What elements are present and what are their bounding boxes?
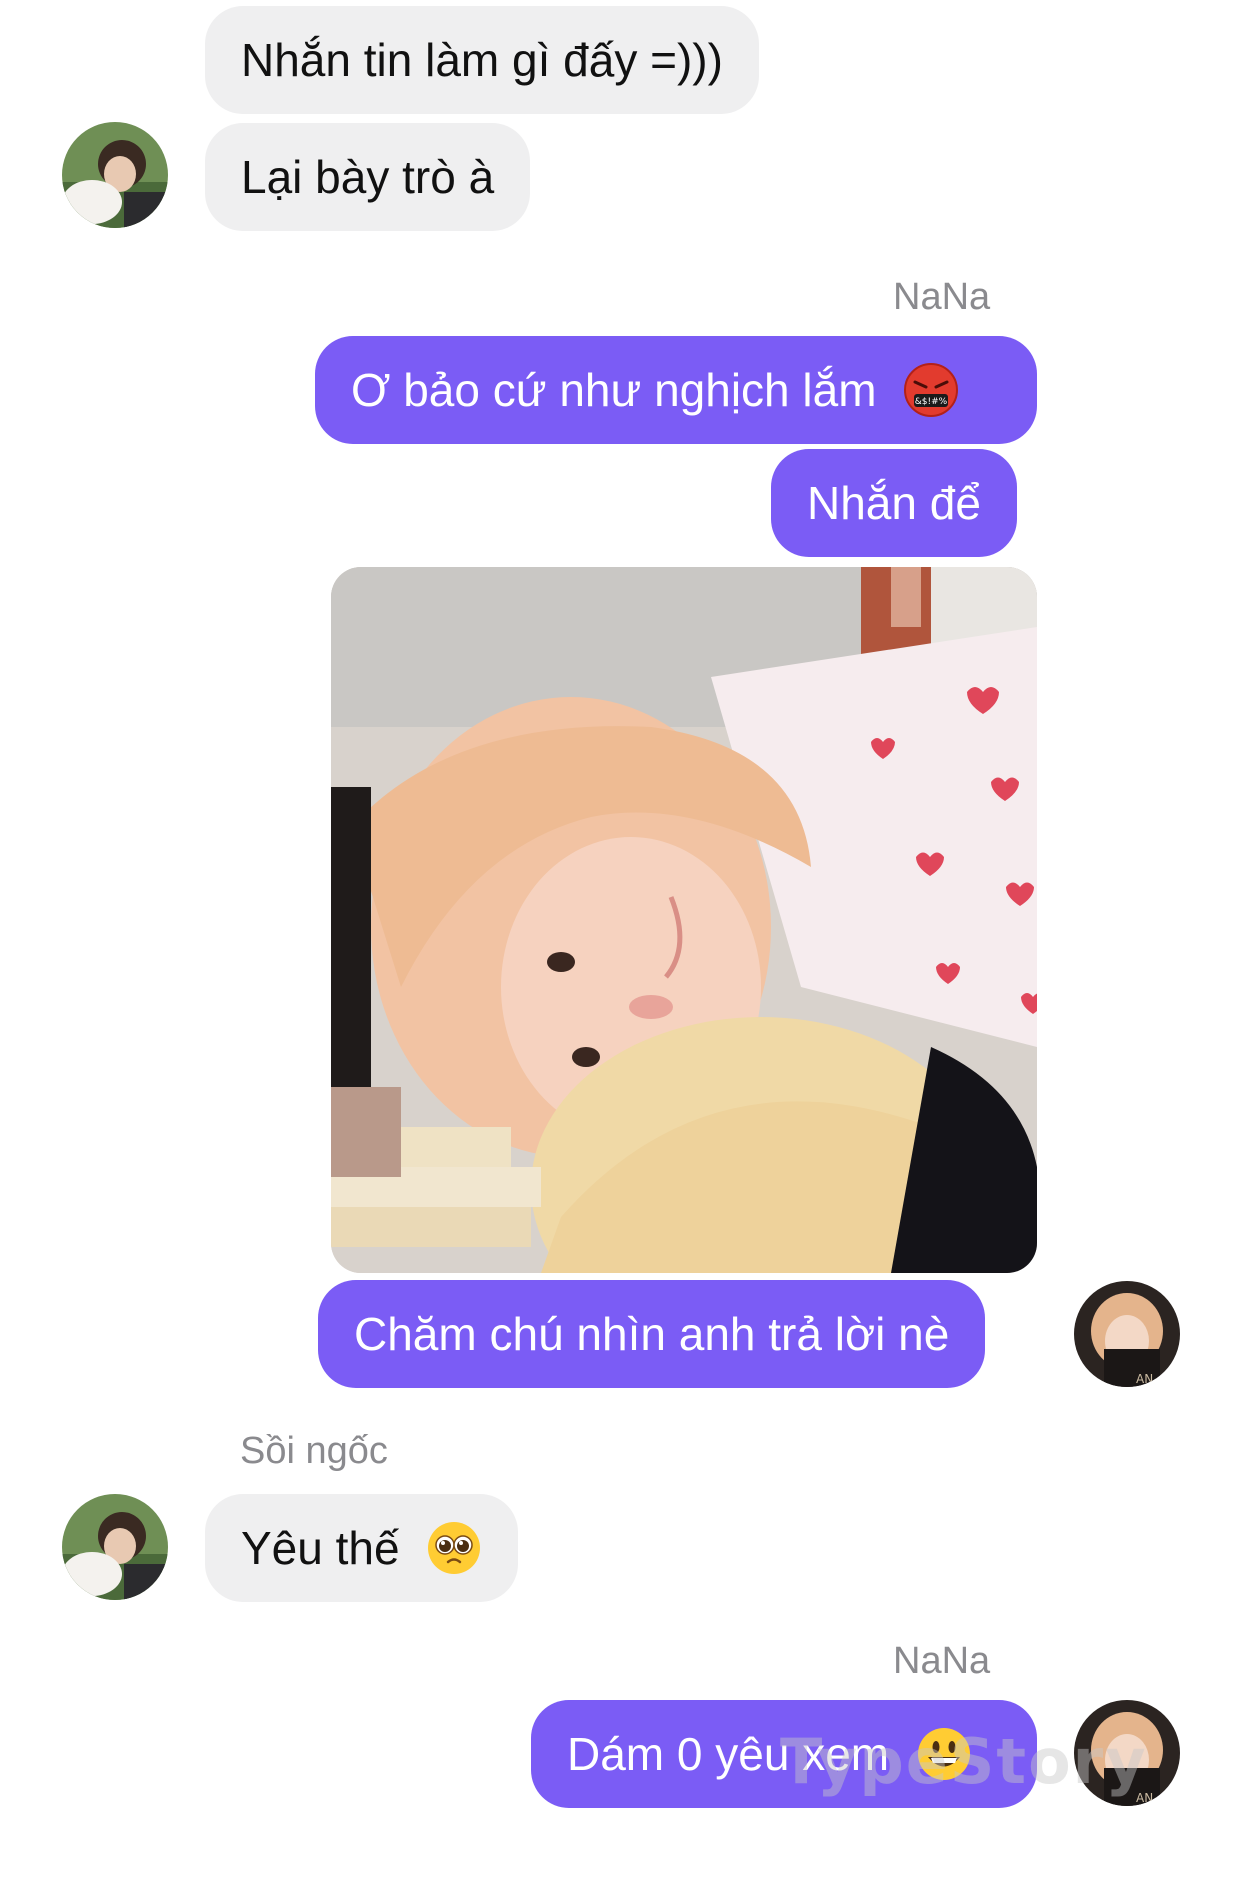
outgoing-message-bubble[interactable]: Ơ bảo cứ như nghịch lắm &$!#%: [315, 336, 1037, 444]
outgoing-message-bubble[interactable]: Chăm chú nhìn anh trả lời nè: [318, 1280, 986, 1388]
message-text: Chăm chú nhìn anh trả lời nè: [354, 1308, 950, 1360]
svg-text:&$!#%: &$!#%: [915, 397, 948, 407]
watermark: TypeStory: [780, 1725, 1148, 1798]
message-text: Lại bày trò à: [241, 151, 495, 203]
sender-name: Sồi ngốc: [240, 1430, 388, 1472]
contact-avatar[interactable]: [62, 122, 168, 228]
message-text: Yêu thế: [241, 1522, 400, 1574]
sender-name: NaNa: [893, 1640, 991, 1682]
incoming-message-bubble[interactable]: Yêu thế: [205, 1494, 519, 1602]
message-text: Nhắn để: [807, 477, 981, 529]
contact-avatar[interactable]: [62, 1494, 168, 1600]
outgoing-message-bubble[interactable]: Nhắn để: [771, 449, 1017, 557]
sender-name: NaNa: [893, 276, 991, 318]
pleading-face-emoji-icon: [428, 1521, 481, 1574]
message-text: Nhắn tin làm gì đấy =))): [241, 34, 723, 86]
photo-attachment[interactable]: [331, 567, 1037, 1273]
message-text: Ơ bảo cứ như nghịch lắm: [351, 364, 877, 416]
cursing-face-emoji-icon: &$!#%: [904, 362, 959, 417]
incoming-message-bubble[interactable]: Lại bày trò à: [205, 123, 531, 231]
user-avatar[interactable]: AN: [1074, 1281, 1180, 1387]
chat-thread: Nhắn tin làm gì đấy =))) Lại bày trò à N…: [0, 0, 1242, 1877]
incoming-message-bubble[interactable]: Nhắn tin làm gì đấy =))): [205, 6, 759, 114]
svg-text:AN: AN: [1136, 1372, 1153, 1386]
